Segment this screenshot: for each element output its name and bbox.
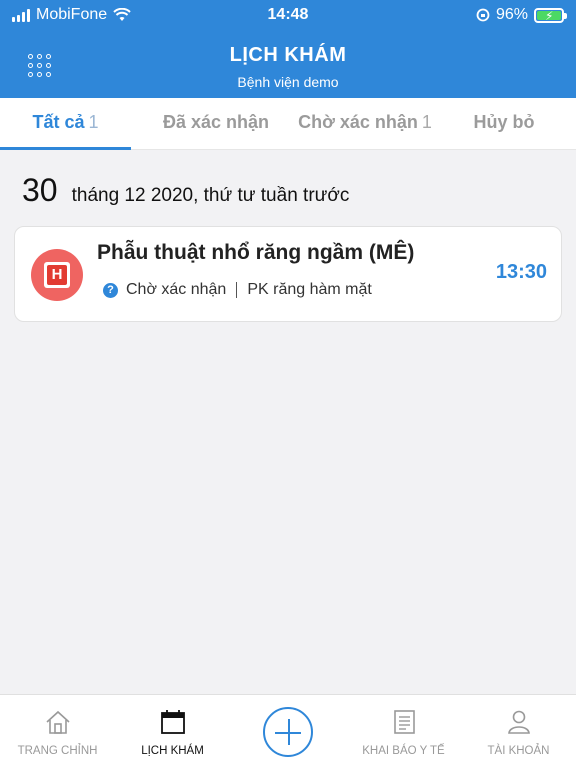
nav-label: KHAI BÁO Y TẾ <box>362 745 445 757</box>
battery-icon: ⚡ <box>534 7 567 23</box>
tab-active-indicator <box>0 147 131 150</box>
date-text: tháng 12 2020, thứ tư tuần trước <box>71 185 350 206</box>
add-appointment-button[interactable] <box>263 707 313 757</box>
calendar-icon <box>161 710 185 734</box>
appointment-card[interactable]: H Phẫu thuật nhổ răng ngầm (MÊ) ? Chờ xá… <box>14 226 562 322</box>
hospital-icon: H <box>31 249 83 301</box>
tab-label: Đã xác nhận <box>162 112 270 132</box>
hospital-logo-letter: H <box>47 265 67 285</box>
tab-label: Chờ xác nhận <box>298 112 418 132</box>
battery-percent: 96% <box>495 6 528 23</box>
app-header: MobiFone 14:48 96% ⚡ LỊCH KHÁM Bệnh viện… <box>0 0 576 98</box>
tab-all[interactable]: Tất cả 1 <box>0 98 131 150</box>
nav-schedule[interactable]: LỊCH KHÁM <box>115 695 230 768</box>
appointment-department: PK răng hàm mặt <box>247 281 372 298</box>
nav-label: TRANG CHỈNH <box>17 745 98 757</box>
appointment-status: Chờ xác nhận <box>126 281 227 298</box>
tab-confirmed[interactable]: Đã xác nhận <box>146 98 286 150</box>
bottom-nav: TRANG CHỈNH LỊCH KHÁM KHAI BÁO Y TẾ TÀI … <box>0 694 576 768</box>
nav-health-declaration[interactable]: KHAI BÁO Y TẾ <box>346 695 461 768</box>
divider <box>236 282 238 298</box>
appointment-title: Phẫu thuật nhổ răng ngầm (MÊ) <box>97 241 415 264</box>
nav-label: LỊCH KHÁM <box>141 745 204 757</box>
date-day: 30 <box>22 172 58 208</box>
tab-count: 1 <box>88 112 99 132</box>
orientation-lock-icon <box>476 8 490 22</box>
tab-cancelled[interactable]: Hủy bỏ <box>450 98 558 150</box>
document-icon <box>394 710 415 734</box>
question-icon: ? <box>103 282 118 298</box>
date-group-header: 30 tháng 12 2020, thứ tư tuần trước <box>22 172 349 209</box>
page-subtitle: Bệnh viện demo <box>237 74 339 90</box>
appointment-meta: ? Chờ xác nhận PK răng hàm mặt <box>103 281 372 299</box>
nav-label: TÀI KHOẢN <box>487 745 550 757</box>
status-bar: MobiFone 14:48 96% ⚡ <box>0 0 576 30</box>
home-icon <box>46 710 70 734</box>
nav-home[interactable]: TRANG CHỈNH <box>0 695 115 768</box>
page-title: LỊCH KHÁM <box>229 44 347 66</box>
nav-account[interactable]: TÀI KHOẢN <box>461 695 576 768</box>
tab-bar: Tất cả 1 Đã xác nhận Chờ xác nhận 1 Hủy bỏ <box>0 98 576 150</box>
tab-count: 1 <box>421 112 432 132</box>
tab-pending[interactable]: Chờ xác nhận 1 <box>290 98 440 150</box>
tab-label: Tất cả <box>32 112 85 132</box>
appointment-time: 13:30 <box>495 261 547 283</box>
tab-label: Hủy bỏ <box>473 112 535 132</box>
user-icon <box>508 710 530 734</box>
